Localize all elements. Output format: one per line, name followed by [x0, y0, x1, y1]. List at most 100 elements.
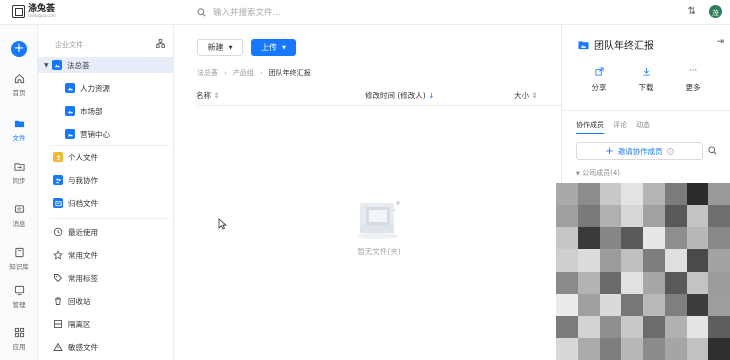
archive-folder-icon — [53, 198, 63, 208]
mosaic-tile — [708, 183, 730, 206]
share-icon — [594, 67, 604, 76]
mosaic-tile — [599, 293, 622, 316]
mosaic-tile — [599, 205, 622, 228]
tab-members[interactable]: 协作成员 — [576, 120, 604, 134]
rail-item-sync[interactable]: 同步 — [0, 161, 38, 185]
mosaic-tile — [686, 227, 709, 250]
breadcrumb-separator: › — [224, 69, 227, 77]
panel-title: 团队年终汇报 — [578, 37, 654, 52]
mosaic-tile — [643, 249, 665, 272]
column-size[interactable]: 大小 ⇕ — [514, 90, 538, 101]
tree-item-personal[interactable]: 个人文件 — [38, 149, 174, 165]
mosaic-tile — [708, 227, 730, 250]
rail-item-messages[interactable]: 消息 — [0, 204, 38, 228]
clock-icon — [53, 227, 63, 237]
rail-label: 应用 — [12, 343, 26, 351]
tree-item-hr[interactable]: 人力资源 — [38, 80, 174, 96]
mosaic-tile — [643, 315, 665, 338]
transfer-icon[interactable]: ⇅ — [688, 6, 696, 17]
sort-desc-icon: ↓ — [428, 91, 435, 100]
tab-comments[interactable]: 评论 — [613, 120, 627, 134]
divider — [562, 110, 730, 111]
mosaic-tile — [643, 337, 665, 360]
tree-item-recent[interactable]: 最近使用 — [38, 224, 174, 240]
mosaic-tile — [708, 315, 730, 338]
column-name-label: 名称 — [196, 91, 211, 100]
tree-item-quarantine[interactable]: 隔离区 — [38, 316, 174, 332]
tree-root[interactable]: ▼ 法总荟 — [38, 57, 174, 73]
org-tree-icon[interactable] — [156, 39, 165, 48]
mosaic-tile — [577, 315, 600, 338]
app-logo[interactable]: 涤兔荟 tootoguo.com — [12, 5, 56, 18]
more-button[interactable]: ··· 更多 — [670, 67, 716, 93]
collapse-panel-icon[interactable]: ⇥ — [716, 37, 724, 47]
tree-header: 企业文件 — [55, 41, 83, 49]
mosaic-tile — [621, 315, 643, 338]
mosaic-tile — [664, 205, 687, 228]
mosaic-tile — [643, 205, 665, 228]
column-modified[interactable]: 修改时间 (修改人) ↓ — [365, 90, 434, 101]
divider — [50, 218, 170, 219]
tree-item-marketing[interactable]: 市场部 — [38, 103, 174, 119]
rail-item-home[interactable]: 首页 — [0, 73, 38, 97]
tree-item-label: 最近使用 — [68, 227, 98, 237]
members-group[interactable]: ▼ 公司成员(4) — [576, 168, 620, 178]
tree-item-label: 敏感文件 — [68, 342, 98, 352]
tree-item-trash[interactable]: 回收站 — [38, 293, 174, 309]
caret-down-icon[interactable]: ▼ — [44, 62, 52, 69]
search-input[interactable]: 输入并搜索文件... — [197, 6, 281, 18]
tree-item-shared[interactable]: 与我协作 — [38, 172, 174, 188]
dept-folder-icon — [65, 106, 75, 116]
mosaic-tile — [556, 271, 578, 294]
tree-item-label: 市场部 — [80, 106, 103, 116]
rail-label: 首页 — [12, 89, 26, 97]
mosaic-tile — [664, 337, 687, 360]
tree-item-tags[interactable]: 常用标签 — [38, 270, 174, 286]
empty-state: 暂无文件(夹) — [339, 196, 419, 257]
mosaic-tile — [643, 293, 665, 316]
breadcrumb-item[interactable]: 产品组 — [233, 68, 254, 78]
tree-item-label: 归档文件 — [68, 198, 98, 208]
tree-item-label: 回收站 — [68, 296, 91, 306]
tab-activity[interactable]: 动态 — [636, 120, 650, 134]
caret-down-icon: ▼ — [576, 171, 580, 177]
mosaic-tile — [621, 271, 643, 294]
tree-item-archive[interactable]: 归档文件 — [38, 195, 174, 211]
breadcrumb-item[interactable]: 法总荟 — [197, 68, 218, 78]
mosaic-tile — [621, 183, 643, 206]
rail-label: 管理 — [12, 301, 26, 309]
pixelated-overlay — [556, 183, 730, 360]
divider — [50, 145, 170, 146]
tree-item-sales[interactable]: 营销中心 — [38, 126, 174, 142]
folder-icon — [14, 120, 24, 128]
download-button[interactable]: 下载 — [623, 67, 669, 93]
team-folder-icon — [52, 60, 62, 70]
download-icon — [642, 67, 650, 76]
rail-item-knowledge[interactable]: 知识库 — [0, 247, 38, 271]
mosaic-tile — [686, 249, 709, 272]
mosaic-tile — [643, 271, 665, 294]
invite-label: 邀请协作成员 — [617, 146, 663, 156]
tree-item-sensitive[interactable]: 敏感文件 — [38, 339, 174, 355]
mosaic-tile — [621, 227, 643, 250]
share-button[interactable]: 分享 — [576, 67, 622, 93]
search-placeholder: 输入并搜索文件... — [213, 8, 281, 18]
add-button[interactable]: + — [11, 41, 27, 57]
members-label: 公司成员(4) — [582, 169, 621, 177]
tree-item-frequent[interactable]: 常用文件 — [38, 247, 174, 263]
new-button[interactable]: 新建 ▼ — [197, 39, 243, 56]
search-icon[interactable] — [708, 146, 717, 155]
upload-button[interactable]: 上传 ▼ — [251, 39, 296, 56]
avatar[interactable]: 茂 — [709, 5, 722, 18]
mosaic-tile — [664, 293, 687, 316]
logo-mark — [12, 5, 25, 18]
mosaic-tile — [556, 249, 578, 272]
sort-icon: ⇕ — [531, 91, 538, 100]
rail-item-files[interactable]: 文件 — [0, 118, 38, 142]
invite-members-button[interactable]: + 邀请协作成员 — [576, 142, 703, 160]
file-tree: 企业文件 ▼ 法总荟 人力资源 市场部 营销中心 个人文件 与我协作 归档文件 … — [38, 25, 174, 360]
rail-item-manage[interactable]: 管理 — [0, 285, 38, 309]
column-name[interactable]: 名称 ⇕ — [196, 90, 220, 101]
breadcrumb: 法总荟 › 产品组 › 团队年终汇报 — [197, 68, 311, 78]
rail-item-apps[interactable]: 应用 — [0, 327, 38, 351]
